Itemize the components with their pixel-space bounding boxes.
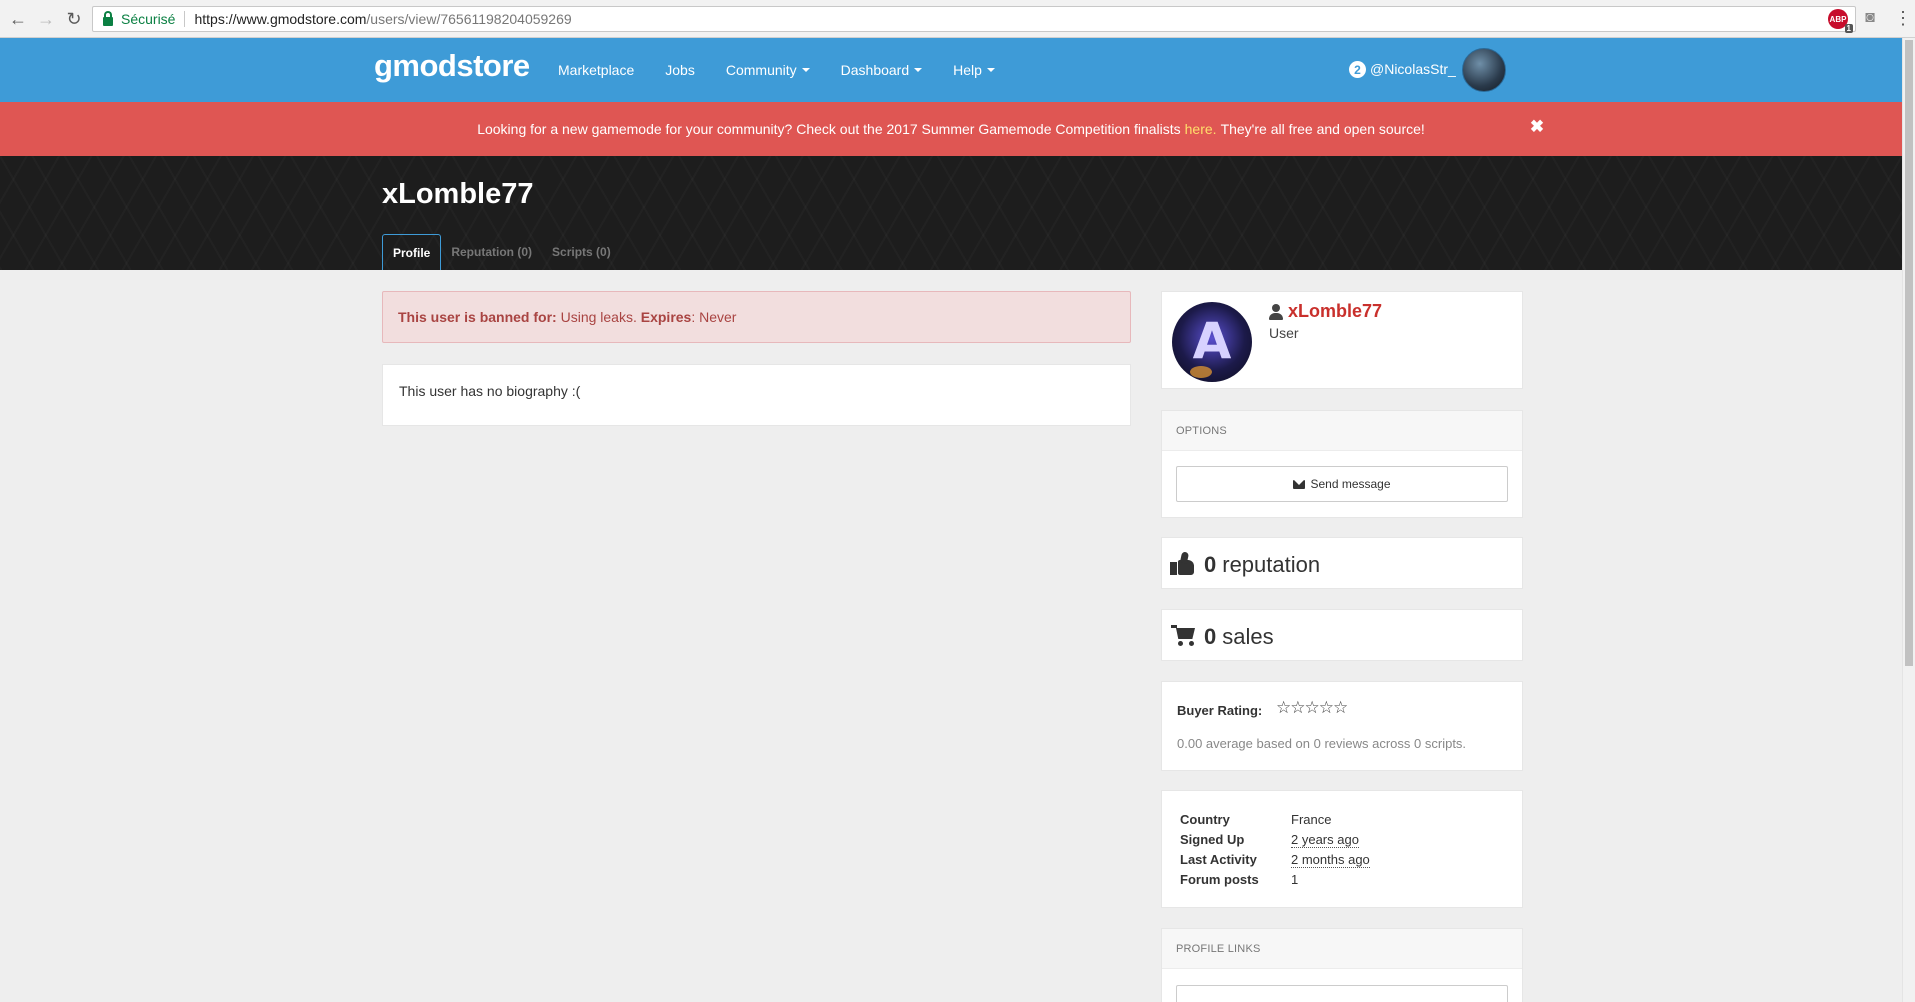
nav-dashboard[interactable]: Dashboard <box>841 62 923 78</box>
secure-label: Sécurisé <box>121 11 176 27</box>
scrollbar-thumb[interactable] <box>1905 40 1913 666</box>
reload-icon[interactable]: ↻ <box>62 6 86 32</box>
tab-profile[interactable]: Profile <box>382 234 442 270</box>
biography-panel: This user has no biography :( <box>382 364 1131 426</box>
info-key: Last Activity <box>1180 852 1257 867</box>
back-arrow-icon[interactable]: ← <box>6 6 30 32</box>
announcement-text-after: They're all free and open source! <box>1220 121 1425 137</box>
thumbs-up-icon <box>1170 551 1196 577</box>
user-icon <box>1269 304 1283 320</box>
options-heading: OPTIONS <box>1162 411 1522 451</box>
buyer-rating-label: Buyer Rating: <box>1177 703 1263 718</box>
info-value: 2 months ago <box>1291 852 1370 868</box>
ban-notice: This user is banned for: Using leaks. Ex… <box>382 291 1131 343</box>
send-message-button[interactable]: Send message <box>1176 466 1508 502</box>
user-info-card: Country France Signed Up 2 years ago Las… <box>1161 790 1523 908</box>
user-name-link[interactable]: xLomble77 <box>1288 301 1382 322</box>
reputation-stat: 0 reputation <box>1204 552 1320 578</box>
rating-stars: ☆ ☆ ☆ ☆ ☆ <box>1276 698 1349 718</box>
ban-reason: Using leaks. <box>560 309 637 325</box>
rating-summary: 0.00 average based on 0 reviews across 0… <box>1177 736 1467 751</box>
buyer-rating-card: Buyer Rating: ☆ ☆ ☆ ☆ ☆ 0.00 average bas… <box>1161 681 1523 771</box>
url-separator <box>184 11 186 27</box>
nav-jobs[interactable]: Jobs <box>665 62 695 78</box>
main-nav: Marketplace Jobs Community Dashboard Hel… <box>558 38 1026 102</box>
user-card: xLomble77 User <box>1161 291 1523 389</box>
info-value: 2 years ago <box>1291 832 1359 848</box>
announcement-link[interactable]: here. <box>1185 121 1217 137</box>
send-message-label: Send message <box>1310 477 1391 491</box>
page-title: xLomble77 <box>382 178 534 210</box>
info-key: Forum posts <box>1180 872 1259 887</box>
sales-card: 0 sales <box>1161 609 1523 661</box>
close-icon[interactable]: ✖ <box>1527 117 1547 137</box>
profile-link-button[interactable] <box>1176 985 1508 1002</box>
profile-links-heading: PROFILE LINKS <box>1162 929 1522 969</box>
forward-arrow-icon[interactable]: → <box>34 6 58 32</box>
url-path: /users/view/76561198204059269 <box>366 11 572 27</box>
shopping-cart-icon <box>1171 623 1197 647</box>
profile-links-card: PROFILE LINKS <box>1161 928 1523 1002</box>
star-outline-icon: ☆ <box>1290 698 1306 717</box>
site-logo[interactable]: gmodstore <box>374 48 530 84</box>
notification-badge[interactable]: 2 <box>1349 61 1366 78</box>
biography-text: This user has no biography :( <box>399 383 581 399</box>
info-key: Country <box>1180 812 1230 827</box>
profile-hero: xLomble77 Profile Reputation (0) Scripts… <box>0 156 1902 270</box>
browser-toolbar: ← → ↻ Sécurisé https://www.gmodstore.com… <box>0 0 1915 38</box>
sales-stat: 0 sales <box>1204 624 1274 650</box>
page-scrollbar[interactable] <box>1902 38 1915 1002</box>
avatar <box>1172 302 1252 382</box>
ban-label: This user is banned for: <box>398 309 557 325</box>
nav-marketplace[interactable]: Marketplace <box>558 62 634 78</box>
ban-expires-label: Expires <box>640 309 692 325</box>
site-header: gmodstore Marketplace Jobs Community Das… <box>0 38 1902 102</box>
star-outline-icon: ☆ <box>1318 698 1334 717</box>
user-role: User <box>1269 325 1299 341</box>
caret-down-icon <box>801 68 810 72</box>
sales-value: 0 <box>1204 624 1217 649</box>
lock-icon <box>103 10 113 26</box>
address-bar[interactable]: Sécurisé https://www.gmodstore.com/users… <box>92 6 1856 32</box>
profile-tabs: Profile Reputation (0) Scripts (0) <box>382 234 621 270</box>
browser-menu-icon[interactable]: ⋮ <box>1893 9 1913 29</box>
reputation-label: reputation <box>1222 552 1321 577</box>
info-value: France <box>1291 812 1332 827</box>
adblock-extension-icon[interactable]: ABP 1 <box>1828 9 1853 33</box>
current-user-avatar[interactable] <box>1462 48 1506 92</box>
reputation-value: 0 <box>1204 552 1217 577</box>
star-outline-icon: ☆ <box>1276 698 1292 717</box>
nav-community[interactable]: Community <box>726 62 810 78</box>
adblock-label: ABP <box>1829 14 1847 24</box>
camera-extension-icon[interactable]: ◙ <box>1860 9 1880 29</box>
envelope-icon <box>1293 479 1306 489</box>
announcement-banner: Looking for a new gamemode for your comm… <box>0 102 1902 156</box>
star-outline-icon: ☆ <box>1304 698 1320 717</box>
caret-down-icon <box>986 68 995 72</box>
options-card: OPTIONS Send message <box>1161 410 1523 518</box>
ban-expires-value: : Never <box>691 309 737 325</box>
nav-help[interactable]: Help <box>953 62 995 78</box>
info-key: Signed Up <box>1180 832 1245 847</box>
current-user-link[interactable]: @NicolasStr_ <box>1370 61 1456 77</box>
url-host: https://www.gmodstore.com <box>194 11 367 27</box>
tab-scripts[interactable]: Scripts (0) <box>542 234 621 270</box>
reputation-card: 0 reputation <box>1161 537 1523 589</box>
adblock-count: 1 <box>1844 24 1853 33</box>
announcement-text: Looking for a new gamemode for your comm… <box>477 121 1181 137</box>
sales-label: sales <box>1222 624 1274 649</box>
tab-reputation[interactable]: Reputation (0) <box>441 234 542 270</box>
caret-down-icon <box>914 68 923 72</box>
info-value: 1 <box>1291 872 1299 887</box>
star-outline-icon: ☆ <box>1333 698 1349 717</box>
